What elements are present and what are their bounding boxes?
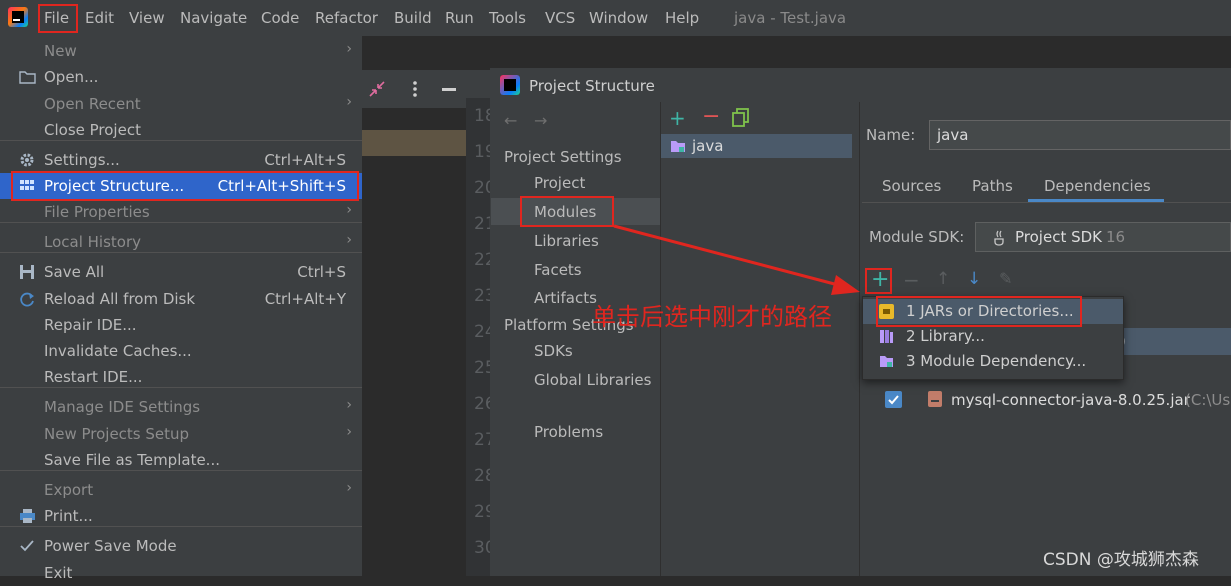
- watermark: CSDN @攻城狮杰森: [1043, 550, 1199, 570]
- annotation-text: 单击后选中刚才的路径: [592, 303, 832, 331]
- annotation-arrow: [613, 224, 860, 295]
